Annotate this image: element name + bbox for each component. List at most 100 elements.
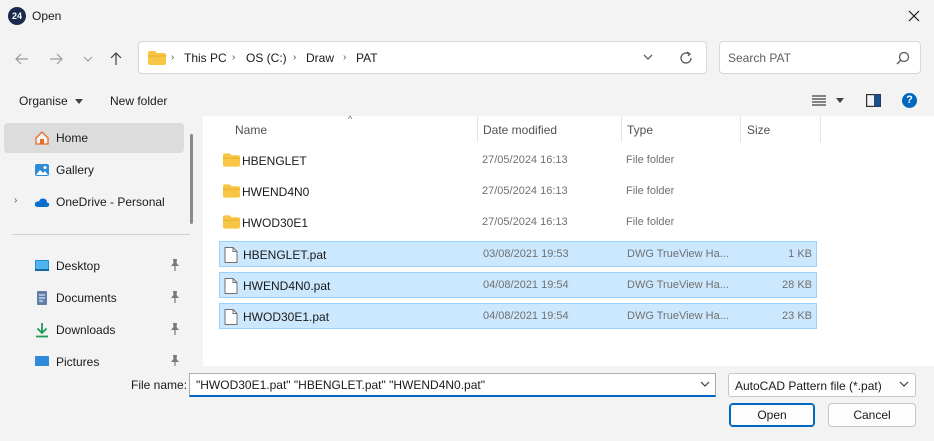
new-folder-button[interactable]: New folder (110, 94, 167, 108)
file-row-selected[interactable]: HWEND4N0.pat 04/08/2021 19:54 DWG TrueVi… (219, 272, 817, 298)
navigation-bar: › This PC › OS (C:) › Draw › PAT Search … (0, 32, 934, 84)
file-size: 1 KB (788, 248, 812, 260)
cloud-icon (34, 198, 50, 207)
file-size: 28 KB (782, 279, 812, 291)
file-name: HWOD30E1.pat (243, 310, 330, 324)
chevron-down-icon (899, 381, 909, 387)
chevron-down-icon[interactable] (642, 51, 654, 63)
breadcrumb-draw[interactable]: Draw (306, 51, 334, 65)
pin-icon[interactable] (170, 355, 180, 366)
back-button[interactable] (12, 49, 32, 69)
chevron-right-icon: › (343, 52, 347, 63)
sidebar-item-desktop[interactable]: Desktop (4, 251, 184, 281)
file-type: DWG TrueView Ha... (627, 310, 729, 322)
documents-icon (37, 291, 47, 305)
sidebar-item-label: Downloads (56, 323, 116, 337)
file-name: HWEND4N0 (242, 185, 310, 199)
navigation-pane: Home Gallery › OneDrive - Personal Deskt… (0, 116, 202, 366)
sidebar-item-downloads[interactable]: Downloads (4, 315, 184, 345)
sidebar-item-onedrive[interactable]: › OneDrive - Personal (4, 187, 184, 217)
caret-down-icon[interactable] (836, 98, 844, 104)
column-divider[interactable] (621, 116, 622, 142)
sidebar-scrollbar[interactable] (190, 134, 193, 224)
file-size: 23 KB (782, 310, 812, 322)
sidebar-item-label: Gallery (56, 163, 95, 177)
column-divider[interactable] (477, 116, 478, 142)
column-header-type[interactable]: Type (627, 123, 653, 137)
file-type: DWG TrueView Ha... (627, 248, 729, 260)
chevron-right-icon: › (232, 52, 236, 63)
preview-pane-icon[interactable] (866, 94, 881, 107)
file-date: 04/08/2021 19:54 (483, 279, 569, 291)
close-button[interactable] (894, 0, 934, 32)
arrow-right-icon (50, 53, 63, 65)
pin-icon[interactable] (170, 323, 180, 335)
file-row-selected[interactable]: HBENGLET.pat 03/08/2021 19:53 DWG TrueVi… (219, 241, 817, 267)
arrow-up-icon (110, 52, 122, 65)
folder-icon (148, 51, 166, 65)
file-name-label: File name: (131, 378, 188, 392)
sidebar-item-gallery[interactable]: Gallery (4, 155, 184, 185)
open-button[interactable]: Open (729, 403, 815, 427)
pin-icon[interactable] (170, 259, 180, 271)
sidebar-item-pictures[interactable]: Pictures (4, 347, 184, 366)
file-date: 27/05/2024 16:13 (482, 216, 568, 228)
forward-button[interactable] (46, 49, 66, 69)
file-date: 27/05/2024 16:13 (482, 154, 568, 166)
view-list-icon[interactable] (812, 95, 826, 106)
title-bar: 24 Open (0, 0, 934, 32)
sidebar-item-label: Desktop (56, 259, 101, 273)
file-name: HWOD30E1 (242, 216, 309, 230)
column-header-name[interactable]: Name (235, 123, 267, 137)
folder-icon (223, 153, 240, 167)
file-icon (224, 309, 238, 325)
folder-icon (223, 184, 240, 198)
file-type-select[interactable]: AutoCAD Pattern file (*.pat) (728, 373, 916, 397)
file-date: 04/08/2021 19:54 (483, 310, 569, 322)
file-row-selected[interactable]: HWOD30E1.pat 04/08/2021 19:54 DWG TrueVi… (219, 303, 817, 329)
column-divider[interactable] (740, 116, 741, 142)
close-icon (908, 10, 920, 22)
cancel-button[interactable]: Cancel (828, 403, 916, 427)
search-icon (896, 51, 910, 65)
file-row[interactable]: HWEND4N0 27/05/2024 16:13 File folder (219, 179, 817, 205)
file-type: File folder (626, 216, 675, 228)
file-type: DWG TrueView Ha... (627, 279, 729, 291)
sidebar-item-home[interactable]: Home (4, 123, 184, 153)
refresh-icon[interactable] (678, 50, 694, 66)
pictures-icon (35, 356, 49, 366)
file-row[interactable]: HWOD30E1 27/05/2024 16:13 File folder (219, 210, 817, 236)
help-icon[interactable]: ? (902, 93, 917, 108)
search-placeholder: Search PAT (728, 51, 791, 65)
file-row[interactable]: HBENGLET 27/05/2024 16:13 File folder (219, 148, 817, 174)
column-header-size[interactable]: Size (747, 123, 770, 137)
gallery-icon (35, 164, 49, 176)
sidebar-item-label: Documents (56, 291, 117, 305)
pin-icon[interactable] (170, 291, 180, 303)
sidebar-item-label: Pictures (56, 355, 100, 366)
file-name-input[interactable] (189, 373, 716, 397)
file-type-value: AutoCAD Pattern file (*.pat) (735, 379, 882, 393)
download-icon (36, 323, 48, 338)
breadcrumb-this-pc[interactable]: This PC (184, 51, 227, 65)
arrow-left-icon (15, 53, 28, 65)
chevron-down-icon[interactable] (700, 380, 710, 388)
file-type: File folder (626, 154, 675, 166)
up-button[interactable] (106, 49, 126, 69)
search-box[interactable]: Search PAT (719, 41, 921, 74)
column-divider[interactable] (820, 116, 821, 142)
breadcrumb-os-c[interactable]: OS (C:) (246, 51, 287, 65)
sidebar-item-documents[interactable]: Documents (4, 283, 184, 313)
app-logo-icon: 24 (8, 7, 26, 25)
desktop-icon (35, 260, 49, 271)
chevron-down-icon (83, 56, 93, 62)
sidebar-divider (12, 234, 190, 235)
file-date: 03/08/2021 19:53 (483, 248, 569, 260)
column-header-date[interactable]: Date modified (483, 123, 557, 137)
address-bar[interactable]: › This PC › OS (C:) › Draw › PAT (138, 41, 707, 74)
chevron-right-icon[interactable]: › (14, 195, 17, 206)
dialog-footer: File name: AutoCAD Pattern file (*.pat) … (0, 366, 934, 441)
organise-menu[interactable]: Organise (19, 94, 84, 108)
recent-locations-button[interactable] (78, 49, 98, 69)
breadcrumb-pat[interactable]: PAT (356, 51, 378, 65)
